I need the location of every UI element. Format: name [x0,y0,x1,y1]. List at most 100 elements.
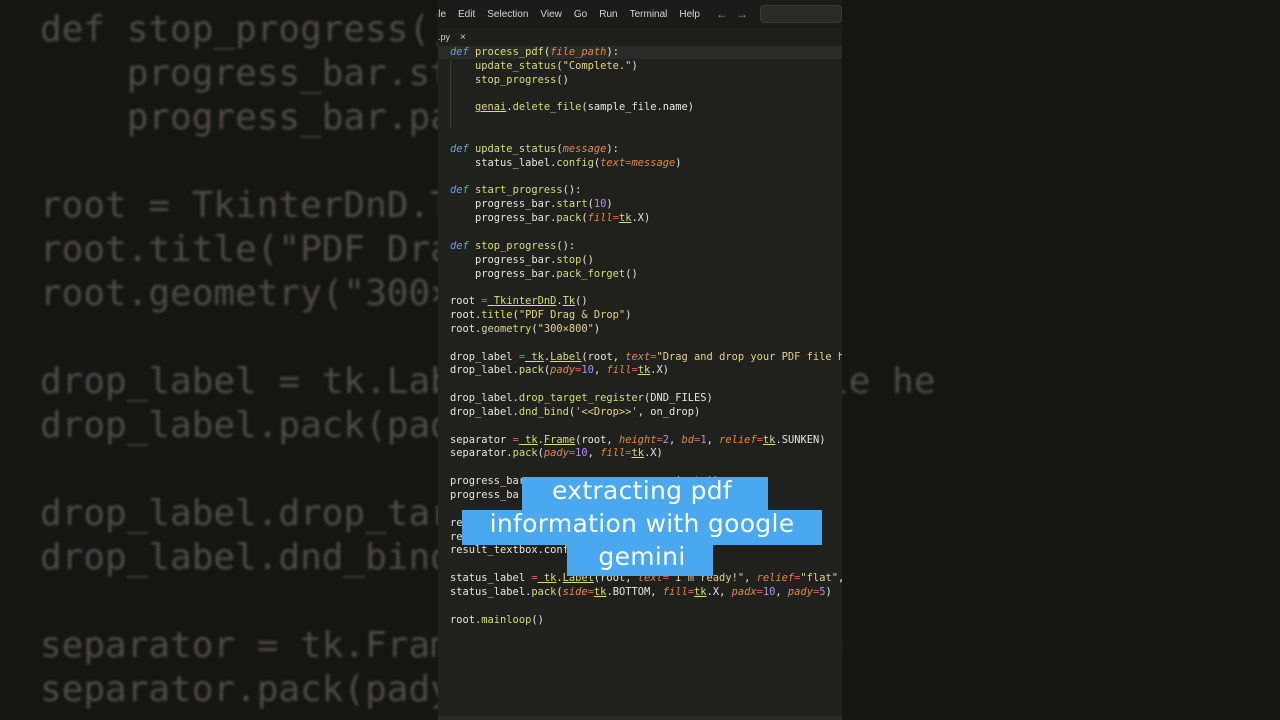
background-zoom-right: d drop your PDF file he , relief=tk.SUNK… [842,0,1280,720]
code-token: tk [694,585,707,598]
code-token: message [631,156,676,169]
code-token: def [450,142,476,155]
menu-go[interactable]: Go [568,9,593,20]
code-token: drop_label. [450,364,519,377]
background-code-line [842,184,936,228]
code-token: , [775,585,788,598]
code-token: , [706,433,720,446]
background-code-line [842,8,936,52]
code-token: () [581,253,594,266]
background-zoom-left: def stop_progress(): progress_bar.stop p… [0,0,438,720]
code-token: , [838,572,842,584]
code-token: def [450,239,476,252]
code-token: genai [475,101,507,114]
code-token: , [669,433,682,446]
menu-run[interactable]: Run [593,9,623,20]
code-line: progress_bar.stop() [450,254,842,268]
code-token: update_status [475,142,557,155]
back-arrow-icon[interactable]: ← [716,7,728,21]
code-token: dnd_bind [518,405,569,418]
code-token: () [625,267,638,280]
tab-label: .py [438,32,451,42]
menu-selection[interactable]: Selection [481,9,534,20]
menu-help[interactable]: Help [673,9,706,20]
code-token: tk [537,572,557,585]
editor-tab-bar: .py × [438,28,842,47]
code-token: "300×800" [537,322,594,335]
close-icon[interactable]: × [460,32,466,43]
background-code-line: separator = tk.Frame( [40,625,438,666]
background-code-line [40,448,438,492]
menu-terminal[interactable]: Terminal [624,9,674,20]
code-token: (sample_file.name) [581,101,695,114]
code-token: re [450,516,463,529]
code-token: fill [606,364,632,377]
background-code-line [40,140,438,184]
code-line: root.title("PDF Drag & Drop") [450,309,842,323]
code-token: pack [512,447,538,460]
background-code-line [842,140,936,184]
code-token: pady [787,585,813,598]
background-code-right: d drop your PDF file he , relief=tk.SUNK… [842,8,936,712]
code-token: "PDF Drag & Drop" [518,309,626,322]
background-code-line: d drop your PDF file he [842,361,936,402]
code-token: relief [756,572,795,585]
forward-arrow-icon[interactable]: → [736,7,748,21]
background-code-line [842,404,936,448]
code-token: fill [587,212,613,225]
caption-line-1: extracting pdf [551,476,733,505]
code-token: TkinterDnD [487,295,557,308]
background-code-line [842,272,936,316]
background-code-line [842,316,936,360]
code-token: title [481,309,513,322]
code-token: config [556,156,594,169]
code-token: ): [606,46,619,58]
code-token: Tk [562,295,576,308]
code-token: .SUNKEN) [775,433,826,446]
code-line: drop_label = tk.Label(root, text="Drag a… [450,351,842,365]
code-token: , on_drop) [637,405,701,418]
code-token: '<<Drop>>' [575,405,638,418]
code-token: tk [762,433,776,446]
code-token: ) [593,322,601,335]
code-token: () [531,613,544,626]
background-code-line [842,52,936,96]
code-token: stop [556,253,582,266]
code-token: start [556,198,588,211]
code-token: 10 [581,364,594,377]
background-code-line [842,96,936,140]
caption-line-2: information with google [489,509,795,538]
menu-edit[interactable]: Edit [452,9,481,20]
code-line: def update_status(message): [450,143,842,157]
code-token: .X) [650,364,670,377]
code-token: () [575,295,588,308]
code-token: status_label. [450,585,532,598]
menu-file[interactable]: ile [438,9,452,20]
code-token: .X, [706,585,732,598]
code-token: def [450,46,476,58]
code-token: 10 [762,585,776,598]
code-token: fill [662,585,688,598]
command-center-search[interactable] [759,5,842,23]
code-line: progress_bar.start(10) [450,198,842,212]
background-code-line: progress_bar.pack [126,97,438,138]
code-line: progress_bar.pack_forget() [450,268,842,282]
code-token: , [593,364,607,377]
background-code-line [842,580,936,624]
code-token: ) [625,309,632,322]
background-code-line [842,668,936,712]
code-token: tk [618,212,632,225]
code-token: progress_bar. [450,267,557,280]
editor-tab[interactable]: .py × [438,32,470,43]
code-token: 10 [593,198,607,211]
code-token: Label [550,350,582,363]
background-code-line: drop_label = tk.Label [40,361,438,402]
code-token: (root, [581,350,626,363]
menu-view[interactable]: View [534,9,568,20]
background-code-line: root = TkinterDnD.Tk( [40,185,438,226]
